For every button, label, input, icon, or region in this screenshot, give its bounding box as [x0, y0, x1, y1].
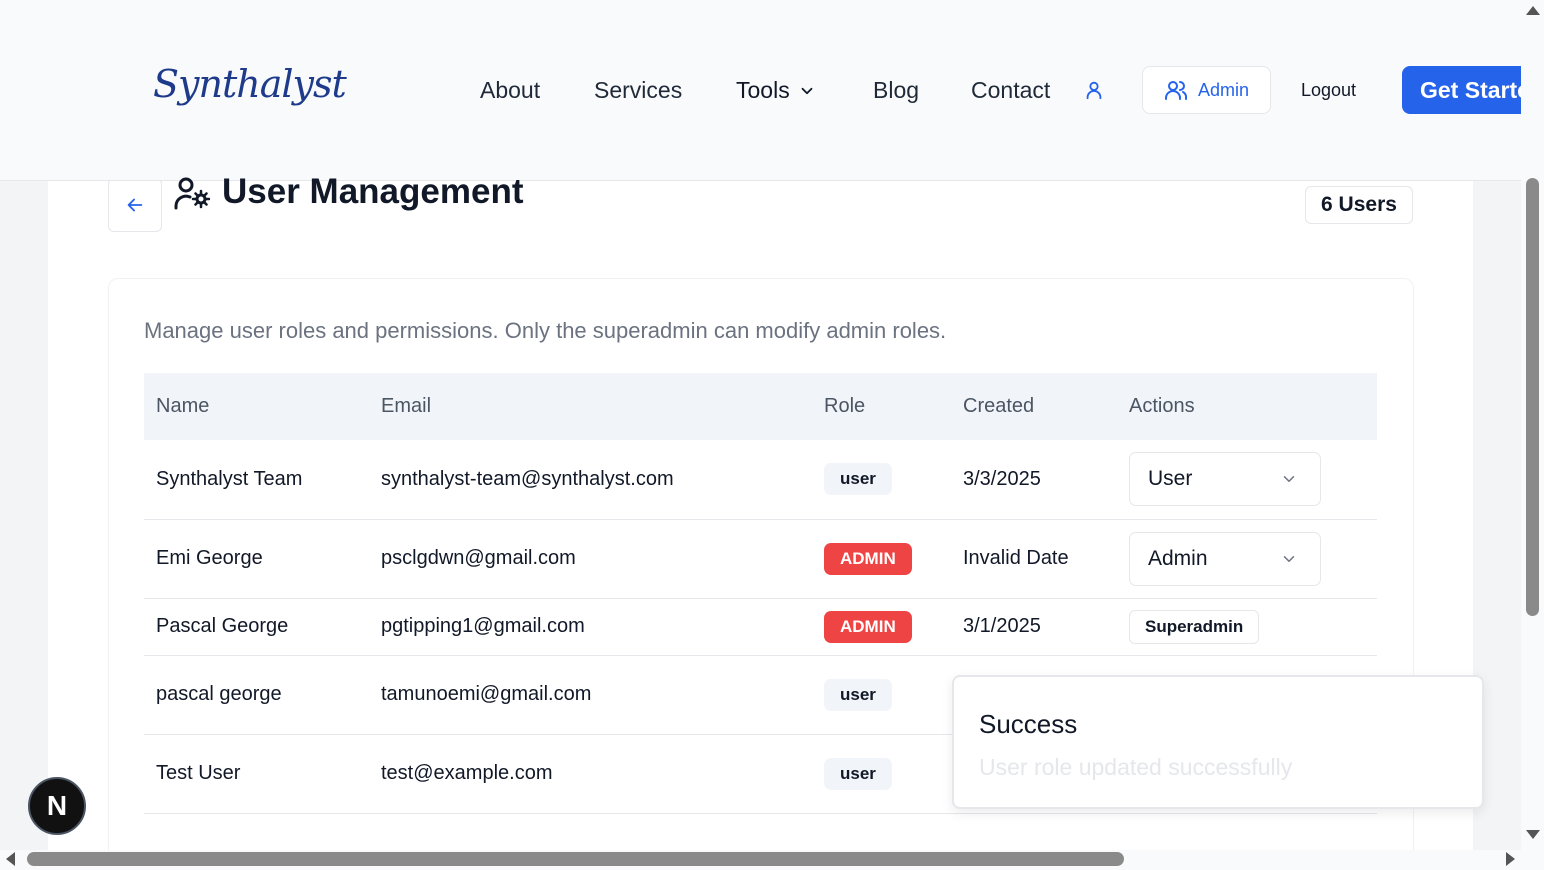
table-row: Synthalyst Team synthalyst-team@synthaly…	[144, 440, 1377, 520]
user-name: Test User	[144, 734, 369, 814]
user-cog-icon	[174, 177, 210, 210]
vertical-scroll-thumb[interactable]	[1526, 178, 1539, 616]
role-badge: user	[824, 463, 892, 496]
created-date: Invalid Date	[951, 519, 1117, 599]
role-select-value: Admin	[1148, 546, 1208, 570]
role-badge: user	[824, 757, 892, 790]
column-header-name: Name	[156, 395, 210, 417]
nav-contact[interactable]: Contact	[971, 77, 1050, 104]
site-logo[interactable]: Synthalyst	[153, 62, 347, 106]
scroll-right-arrow-icon[interactable]	[1506, 852, 1515, 866]
chevron-down-icon	[1283, 476, 1295, 483]
superadmin-badge: Superadmin	[1129, 609, 1260, 644]
user-name: Emi George	[144, 519, 369, 599]
user-email: pgtipping1@gmail.com	[369, 598, 812, 656]
role-cell: ADMIN	[812, 519, 951, 599]
table-header-row: Name Email Role Created Actions	[144, 373, 1377, 440]
toast-message: User role updated successfully	[979, 754, 1293, 780]
chevron-down-icon	[801, 87, 813, 94]
card-description: Manage user roles and permissions. Only …	[144, 318, 947, 343]
role-select[interactable]: User	[1129, 452, 1321, 507]
table-row: Emi George psclgdwn@gmail.com ADMIN Inva…	[144, 519, 1377, 599]
user-count-badge: 6 Users	[1305, 186, 1413, 224]
logout-button[interactable]: Logout	[1301, 80, 1356, 101]
scroll-left-arrow-icon[interactable]	[6, 852, 15, 866]
role-cell: user	[812, 440, 951, 520]
column-header-role: Role	[824, 395, 866, 417]
admin-button-label: Admin	[1197, 79, 1250, 100]
created-date: 3/3/2025	[951, 440, 1117, 520]
role-select[interactable]: Admin	[1129, 531, 1321, 586]
actions-cell: User	[1117, 440, 1377, 520]
role-badge: ADMIN	[824, 610, 912, 643]
vertical-scrollbar[interactable]	[1521, 0, 1544, 850]
nav-services[interactable]: Services	[594, 77, 682, 104]
users-icon	[1164, 81, 1187, 100]
role-cell: ADMIN	[812, 598, 951, 656]
user-email: test@example.com	[369, 734, 812, 814]
table-row: Pascal George pgtipping1@gmail.com ADMIN…	[144, 598, 1377, 656]
created-date: 3/1/2025	[951, 598, 1117, 656]
user-email: psclgdwn@gmail.com	[369, 519, 812, 599]
user-name: Synthalyst Team	[144, 440, 369, 520]
nav-tools-label: Tools	[736, 77, 790, 103]
column-header-actions: Actions	[1129, 395, 1195, 417]
scroll-down-arrow-icon[interactable]	[1526, 830, 1540, 839]
scroll-up-arrow-icon[interactable]	[1526, 6, 1540, 15]
nav-tools[interactable]: Tools	[736, 77, 816, 104]
toast-title: Success	[979, 709, 1078, 739]
admin-button[interactable]: Admin	[1142, 66, 1271, 114]
success-toast[interactable]: Success User role updated successfully	[952, 675, 1484, 809]
site-header: Synthalyst About Services Tools Blog Con…	[0, 0, 1532, 181]
role-cell: user	[812, 734, 951, 814]
chevron-down-icon	[1283, 555, 1295, 562]
nextjs-dev-badge[interactable]: N	[28, 777, 86, 835]
user-icon[interactable]	[1083, 78, 1105, 102]
role-cell: user	[812, 655, 951, 735]
role-badge: ADMIN	[824, 542, 912, 575]
back-button[interactable]	[108, 178, 162, 232]
user-name: Pascal George	[144, 598, 369, 656]
user-name: pascal george	[144, 655, 369, 735]
nav-about[interactable]: About	[480, 77, 540, 104]
role-badge: user	[824, 678, 892, 711]
page-title: User Management	[222, 172, 524, 211]
column-header-created: Created	[963, 395, 1035, 417]
horizontal-scroll-thumb[interactable]	[27, 852, 1124, 866]
arrow-left-icon	[127, 198, 143, 212]
actions-cell: Superadmin	[1117, 598, 1377, 656]
horizontal-scrollbar[interactable]	[0, 850, 1544, 870]
actions-cell: Admin	[1117, 519, 1377, 599]
column-header-email: Email	[381, 395, 432, 417]
user-email: synthalyst-team@synthalyst.com	[369, 440, 812, 520]
user-email: tamunoemi@gmail.com	[369, 655, 812, 735]
nav-blog[interactable]: Blog	[873, 77, 919, 104]
role-select-value: User	[1148, 467, 1193, 491]
get-started-button[interactable]: Get Started	[1402, 66, 1532, 114]
